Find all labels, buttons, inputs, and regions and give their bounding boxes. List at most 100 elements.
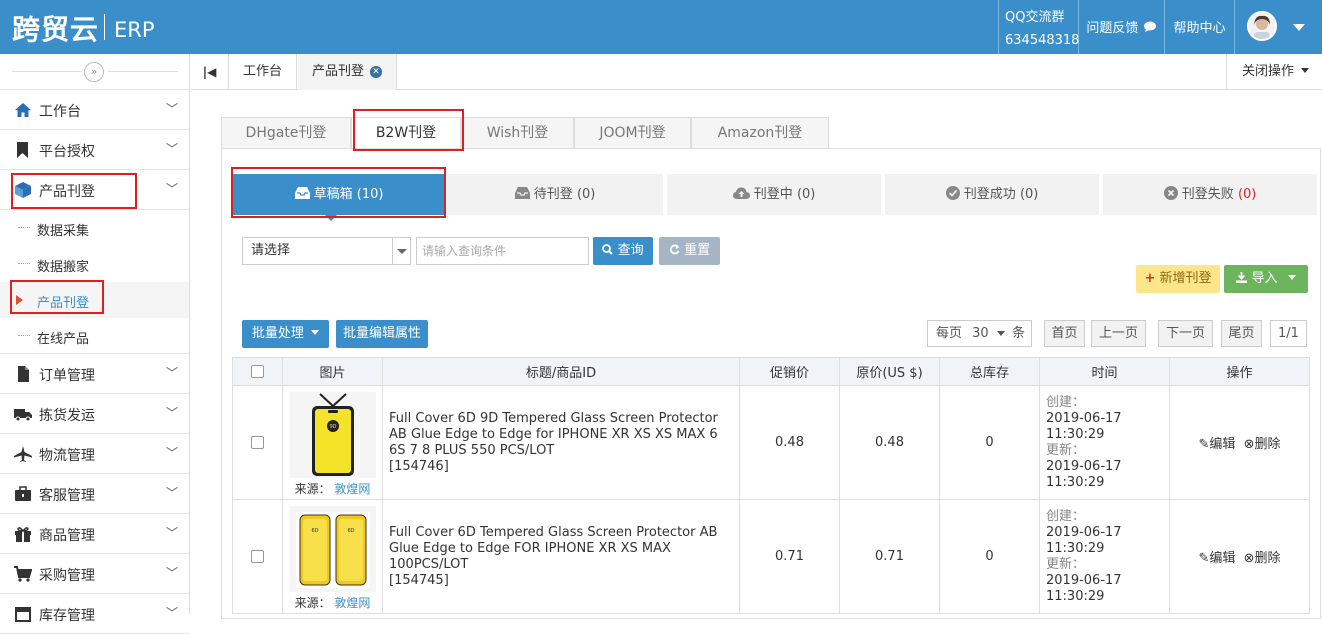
collapse-tabs-icon[interactable]: |◀ xyxy=(191,54,229,90)
product-image[interactable]: 6D 6D xyxy=(289,506,376,592)
add-listing-label: 新增刊登 xyxy=(1159,271,1212,286)
first-page-button[interactable]: 首页 xyxy=(1044,320,1085,347)
user-menu[interactable] xyxy=(1234,0,1322,54)
sidebar-item-workbench[interactable]: 工作台 ﹀ xyxy=(0,90,189,130)
add-listing-button[interactable]: + 新增刊登 xyxy=(1136,265,1220,293)
row-select-cell xyxy=(232,499,283,614)
chevron-down-icon xyxy=(1293,24,1305,31)
product-image[interactable]: 9D xyxy=(289,392,376,478)
qq-group[interactable]: QQ交流群 634548318 xyxy=(998,0,1079,54)
source-link[interactable]: 敦煌网 xyxy=(334,596,370,610)
feedback-link[interactable]: 问题反馈 xyxy=(1078,0,1164,54)
tab-product-listing[interactable]: 产品刊登 ✕ xyxy=(298,54,398,90)
last-page-button[interactable]: 尾页 xyxy=(1221,320,1262,347)
svg-text:9D: 9D xyxy=(329,424,336,430)
platform-tab-amazon[interactable]: Amazon刊登 xyxy=(691,117,829,149)
updated-label: 更新： xyxy=(1046,556,1086,572)
status-tab-count: (0) xyxy=(796,187,816,202)
batch-edit-attributes-button[interactable]: 批量编辑属性 xyxy=(336,320,428,348)
status-tab-drafts[interactable]: 草稿箱 (10) xyxy=(233,174,445,221)
total-stock: 0 xyxy=(939,499,1040,614)
divider xyxy=(108,71,178,72)
product-title: Full Cover 6D 9D Tempered Glass Screen P… xyxy=(389,410,718,458)
edit-link[interactable]: ✎编辑 xyxy=(1199,551,1236,566)
close-operations-dropdown[interactable]: 关闭操作 xyxy=(1226,54,1322,90)
delete-link[interactable]: ⊗删除 xyxy=(1244,551,1281,566)
sidebar-item-product-listing[interactable]: 产品刊登 ﹀ xyxy=(0,170,189,210)
briefcase-icon xyxy=(15,486,31,501)
table-header-row: 图片 标题/商品ID 促销价 原价(US $) 总库存 时间 操作 xyxy=(232,357,1310,386)
sidebar-toggle-icon[interactable]: » xyxy=(84,62,104,82)
page-indicator: 1/1 xyxy=(1270,320,1307,347)
original-price: 0.71 xyxy=(839,499,940,614)
query-button-label: 查询 xyxy=(617,243,644,258)
platform-tab-wish[interactable]: Wish刊登 xyxy=(461,117,574,149)
inbox-icon xyxy=(294,187,310,199)
row-checkbox[interactable] xyxy=(251,550,264,563)
sidebar-item-platform-auth[interactable]: 平台授权 ﹀ xyxy=(0,130,189,170)
status-tab-label: 刊登中 xyxy=(753,187,793,202)
status-tab-pending[interactable]: 待刊登 (0) xyxy=(447,174,663,215)
sidebar-subitem-online-products[interactable]: 在线产品 xyxy=(0,318,189,354)
sidebar-item-label: 工作台 xyxy=(39,104,81,120)
main-content: DHgate刊登 B2W刊登 Wish刊登 JOOM刊登 Amazon刊登 草稿… xyxy=(191,91,1322,619)
column-header: 操作 xyxy=(1169,357,1310,386)
row-select-cell xyxy=(232,385,283,500)
sidebar-item-logistics[interactable]: 物流管理 ﹀ xyxy=(0,434,189,474)
status-tab-count: (10) xyxy=(356,187,384,202)
feedback-label: 问题反馈 xyxy=(1086,21,1139,36)
tab-workbench[interactable]: 工作台 xyxy=(229,54,298,90)
select-all-checkbox[interactable] xyxy=(251,365,264,378)
sidebar-subitem-data-move[interactable]: 数据搬家 xyxy=(0,246,189,282)
divider xyxy=(12,71,82,72)
logo[interactable]: 跨贸云 xyxy=(12,8,99,48)
sidebar-item-customer-service[interactable]: 客服管理 ﹀ xyxy=(0,474,189,514)
platform-tab-b2w[interactable]: B2W刊登 xyxy=(351,117,461,150)
sidebar-item-label: 库存管理 xyxy=(39,608,95,624)
status-tab-label: 待刊登 xyxy=(533,187,573,202)
search-field-select[interactable]: 请选择 xyxy=(242,237,411,265)
delete-icon: ⊗ xyxy=(1243,551,1255,566)
per-page-select[interactable]: 每页 30 条 xyxy=(927,320,1032,347)
sidebar-item-goods[interactable]: 商品管理 ﹀ xyxy=(0,514,189,554)
plus-icon: + xyxy=(1144,271,1156,286)
batch-process-dropdown[interactable]: 批量处理 xyxy=(242,320,329,348)
created-label: 创建： xyxy=(1046,508,1086,524)
sidebar-subitem-product-listing[interactable]: 产品刊登 xyxy=(0,282,189,318)
status-tab-count: (0) xyxy=(576,187,596,202)
truck-icon xyxy=(14,409,32,422)
sidebar-subitem-data-collect[interactable]: 数据采集 xyxy=(0,210,189,246)
sidebar-subitem-label: 产品刊登 xyxy=(37,296,90,311)
source-link[interactable]: 敦煌网 xyxy=(334,482,370,496)
help-center-link[interactable]: 帮助中心 xyxy=(1164,0,1234,54)
sidebar-item-picking[interactable]: 拣货发运 ﹀ xyxy=(0,394,189,434)
chevron-down-icon: ﹀ xyxy=(166,486,179,500)
reset-button[interactable]: 重置 xyxy=(659,237,720,265)
query-button[interactable]: 查询 xyxy=(593,237,653,265)
prev-page-button[interactable]: 上一页 xyxy=(1091,320,1146,347)
status-tab-publishing[interactable]: 刊登中 (0) xyxy=(667,174,881,215)
caret-down-icon xyxy=(1301,68,1310,73)
search-input[interactable]: 请输入查询条件 xyxy=(416,237,589,265)
sidebar-item-purchasing[interactable]: 采购管理 ﹀ xyxy=(0,554,189,594)
gift-icon xyxy=(15,527,31,542)
import-button[interactable]: 导入 xyxy=(1224,265,1308,293)
status-tab-success[interactable]: 刊登成功 (0) xyxy=(885,174,1099,215)
edit-link[interactable]: ✎编辑 xyxy=(1199,437,1236,452)
edit-label: 编辑 xyxy=(1209,437,1236,452)
caret-down-icon xyxy=(1287,275,1296,280)
row-checkbox[interactable] xyxy=(251,436,264,449)
platform-tab-joom[interactable]: JOOM刊登 xyxy=(574,117,691,149)
next-page-button[interactable]: 下一页 xyxy=(1158,320,1213,347)
table-row: 6D 6D 来源： 敦煌网 Full Cover 6D Tempered Glas… xyxy=(232,499,1310,614)
sidebar-item-inventory[interactable]: 库存管理 ﹀ xyxy=(0,594,189,634)
sidebar-item-orders[interactable]: 订单管理 ﹀ xyxy=(0,354,189,394)
platform-tab-dhgate[interactable]: DHgate刊登 xyxy=(221,117,351,149)
time-cell: 创建： 2019-06-17 11:30:29 更新： 2019-06-17 1… xyxy=(1039,499,1170,614)
delete-link[interactable]: ⊗删除 xyxy=(1244,437,1281,452)
select-value: 请选择 xyxy=(251,243,291,258)
status-tab-failed[interactable]: 刊登失败 (0) xyxy=(1103,174,1317,215)
active-arrow-icon xyxy=(325,215,337,221)
close-icon[interactable]: ✕ xyxy=(370,66,383,78)
logo-divider xyxy=(104,14,105,40)
